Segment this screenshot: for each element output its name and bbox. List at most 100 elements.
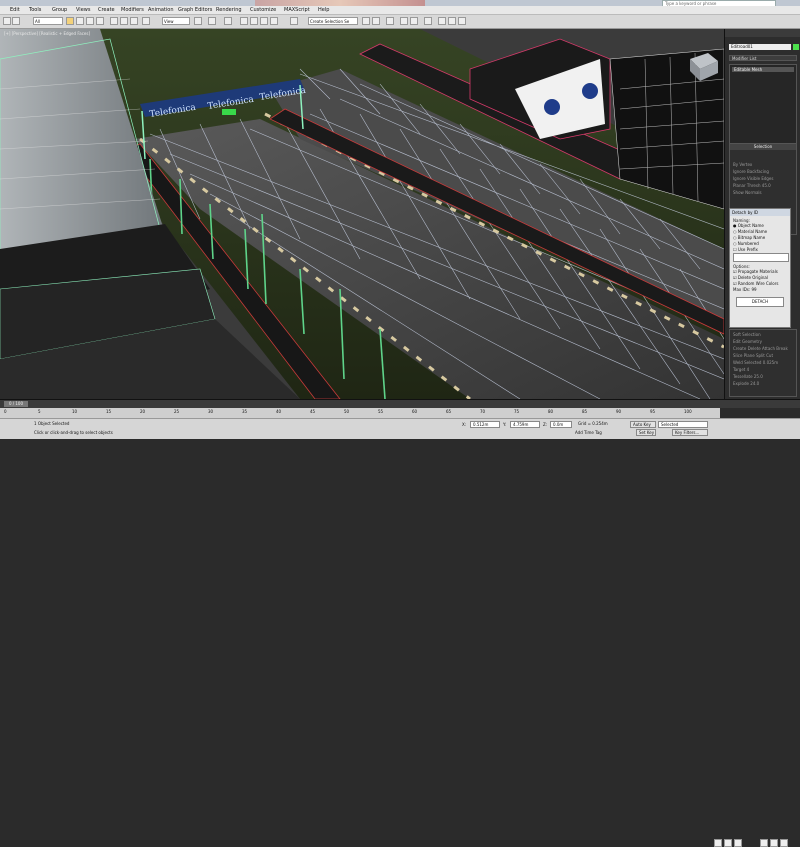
key-filters-button[interactable]: Key Filters...: [672, 429, 708, 436]
detach-by-id-dialog: Detach by ID Naming: ● Object Name ○ Mat…: [729, 208, 791, 328]
tick-label: 50: [344, 409, 350, 414]
menu-modifiers[interactable]: Modifiers: [121, 6, 144, 14]
layer-manager-icon[interactable]: [386, 17, 394, 25]
select-place-icon[interactable]: [142, 17, 150, 25]
render-setup-icon[interactable]: [438, 17, 446, 25]
selected-object-marker: [222, 109, 236, 115]
grid-size: Grid = 0.254m: [578, 421, 608, 426]
target-button[interactable]: Target: [733, 367, 745, 372]
material-editor-icon[interactable]: [424, 17, 432, 25]
menu-views[interactable]: Views: [76, 6, 90, 14]
play-icon[interactable]: [714, 839, 722, 847]
menu-maxscript[interactable]: MAXScript: [284, 6, 310, 14]
object-name-field[interactable]: Editroad01: [729, 44, 791, 50]
menu-group[interactable]: Group: [52, 6, 67, 14]
redo-icon[interactable]: [12, 17, 20, 25]
cut-button[interactable]: Cut: [766, 353, 773, 358]
auto-key-button[interactable]: Auto Key: [630, 421, 656, 428]
time-slider-bar[interactable]: 0 / 100: [0, 399, 800, 408]
tick-label: 80: [548, 409, 554, 414]
key-mode-dropdown[interactable]: Selected: [658, 421, 708, 428]
perspective-viewport[interactable]: Telefonica Telefonica Telefonica [+] [Pe…: [0, 29, 724, 399]
create-button[interactable]: Create: [733, 346, 746, 351]
weld-selected-button[interactable]: Selected: [744, 360, 761, 365]
show-normals-checkbox[interactable]: Show Normals: [733, 190, 793, 195]
soft-selection-label[interactable]: Soft Selection: [733, 332, 793, 337]
rendered-frame-window-icon[interactable]: [448, 17, 456, 25]
subobject-icons[interactable]: [733, 152, 793, 160]
select-manipulate-icon[interactable]: [208, 17, 216, 25]
tessellate-value[interactable]: 25.0: [754, 374, 763, 379]
spinner-snap-icon[interactable]: [270, 17, 278, 25]
weld-threshold-value[interactable]: 0.025m: [763, 360, 778, 365]
next-frame-icon[interactable]: [724, 839, 732, 847]
go-to-end-icon[interactable]: [734, 839, 742, 847]
prefix-input[interactable]: [733, 253, 789, 262]
modifier-list-dropdown[interactable]: Modifier List: [729, 55, 797, 61]
rect-selection-icon[interactable]: [86, 17, 94, 25]
reference-coord-dropdown[interactable]: View: [162, 17, 190, 25]
menu-graph-editors[interactable]: Graph Editors: [178, 6, 212, 14]
selection-filter-dropdown[interactable]: All: [33, 17, 63, 25]
angle-snap-icon[interactable]: [250, 17, 258, 25]
edit-named-selection-icon[interactable]: [290, 17, 298, 25]
detach-button[interactable]: DETACH: [736, 297, 784, 307]
pivot-icon[interactable]: [194, 17, 202, 25]
split-checkbox[interactable]: Split: [756, 353, 765, 358]
max-ids-value[interactable]: 99: [752, 287, 757, 292]
track-bar[interactable]: 0 5 10 15 20 25 30 35 40 45 50 55 60 65 …: [0, 408, 720, 418]
explode-value[interactable]: 24.0: [750, 381, 759, 386]
weld-label: Weld: [733, 360, 743, 365]
menu-tools[interactable]: Tools: [29, 6, 41, 14]
slice-plane-button[interactable]: Slice Plane: [733, 353, 755, 358]
orbit-icon[interactable]: [780, 839, 788, 847]
named-selection-dropdown[interactable]: Create Selection Se: [308, 17, 358, 25]
menu-customize[interactable]: Customize: [250, 6, 276, 14]
planar-thresh-row[interactable]: Planar Thresh 45.0: [733, 183, 793, 188]
move-icon[interactable]: [110, 17, 118, 25]
menu-edit[interactable]: Edit: [10, 6, 20, 14]
window-crossing-icon[interactable]: [96, 17, 104, 25]
mirror-icon[interactable]: [362, 17, 370, 25]
pan-icon[interactable]: [770, 839, 778, 847]
viewport-label[interactable]: [+] [Perspective] [Realistic + Edged Fac…: [4, 31, 90, 36]
ignore-visible-edges-checkbox[interactable]: Ignore Visible Edges: [733, 176, 793, 181]
schematic-view-icon[interactable]: [410, 17, 418, 25]
select-object-icon[interactable]: [66, 17, 74, 25]
explode-button[interactable]: Explode: [733, 381, 749, 386]
scale-icon[interactable]: [130, 17, 138, 25]
break-button[interactable]: Break: [776, 346, 788, 351]
attach-button[interactable]: Attach: [762, 346, 775, 351]
undo-icon[interactable]: [3, 17, 11, 25]
edit-geometry-label[interactable]: Edit Geometry: [733, 339, 793, 344]
keyboard-shortcut-icon[interactable]: [224, 17, 232, 25]
render-production-icon[interactable]: [458, 17, 466, 25]
zoom-icon[interactable]: [760, 839, 768, 847]
y-coord-field[interactable]: 4.759m: [510, 421, 540, 428]
snaps-toggle-icon[interactable]: [240, 17, 248, 25]
target-value[interactable]: 4: [747, 367, 750, 372]
ignore-backfacing-checkbox[interactable]: Ignore Backfacing: [733, 169, 793, 174]
delete-button[interactable]: Delete: [748, 346, 761, 351]
object-color-swatch[interactable]: [793, 44, 799, 50]
rotate-icon[interactable]: [120, 17, 128, 25]
stack-item-editable-mesh[interactable]: Editable Mesh: [732, 67, 794, 72]
percent-snap-icon[interactable]: [260, 17, 268, 25]
command-panel-tabs[interactable]: [725, 29, 800, 37]
select-by-name-icon[interactable]: [76, 17, 84, 25]
curve-editor-icon[interactable]: [400, 17, 408, 25]
set-key-button[interactable]: Set Key: [636, 429, 656, 436]
x-coord-field[interactable]: 0.512m: [470, 421, 500, 428]
menu-create[interactable]: Create: [98, 6, 115, 14]
z-coord-field[interactable]: 0.0m: [550, 421, 572, 428]
add-time-tag[interactable]: Add Time Tag: [575, 429, 602, 436]
align-icon[interactable]: [372, 17, 380, 25]
tessellate-button[interactable]: Tessellate: [733, 374, 753, 379]
time-slider[interactable]: 0 / 100: [4, 401, 28, 407]
menu-help[interactable]: Help: [318, 6, 329, 14]
selection-rollout-header[interactable]: Selection: [730, 144, 796, 150]
menu-rendering[interactable]: Rendering: [216, 6, 242, 14]
planar-thresh-value[interactable]: 45.0: [762, 183, 771, 188]
menu-animation[interactable]: Animation: [148, 6, 174, 14]
by-vertex-checkbox[interactable]: By Vertex: [733, 162, 793, 167]
